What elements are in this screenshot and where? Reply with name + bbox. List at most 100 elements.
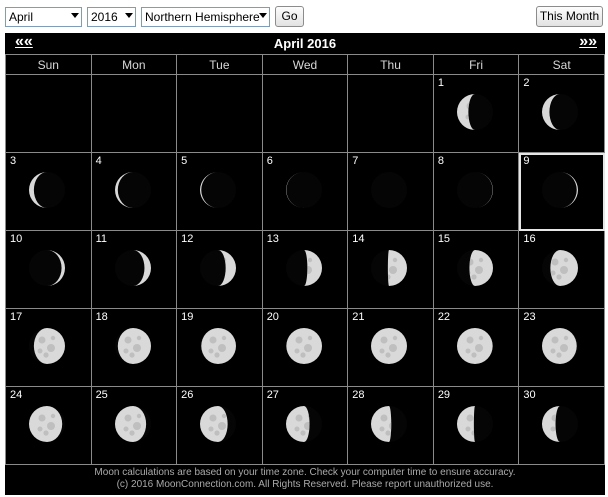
day-number: 17: [10, 311, 23, 323]
day-cell[interactable]: 18: [90, 308, 178, 387]
month-select[interactable]: April: [5, 7, 82, 27]
go-button[interactable]: Go: [275, 6, 304, 27]
calendar-table: Sun Mon Tue Wed Thu Fri Sat 1 2 3 4 5 6 7 8 9 10 11 12 13 1…: [5, 54, 605, 465]
day-number: 4: [95, 155, 102, 167]
day-cell[interactable]: 6: [261, 152, 349, 231]
day-cell[interactable]: 26: [176, 386, 263, 465]
day-cell[interactable]: 2: [518, 74, 605, 153]
moon-phase-icon: [456, 172, 493, 208]
moon-phase-icon: [29, 328, 65, 364]
day-cell[interactable]: 21: [347, 308, 434, 387]
weekday-mon: Mon: [90, 54, 178, 75]
day-number: 28: [352, 389, 365, 401]
day-cell[interactable]: 30: [518, 386, 605, 465]
day-cell[interactable]: 7: [347, 152, 434, 231]
moon-phase-icon: [542, 406, 579, 442]
day-number: 23: [523, 311, 536, 323]
day-number: 8: [437, 155, 444, 167]
day-number: 20: [266, 311, 279, 323]
day-number: 22: [437, 311, 451, 323]
moon-phase-icon: [371, 406, 408, 442]
moon-phase-icon: [542, 172, 579, 208]
moon-calendar: «« April 2016 »» Sun Mon Tue Wed Thu Fri Sat 1…: [5, 33, 605, 495]
day-number: 16: [523, 233, 536, 245]
day-cell[interactable]: 16: [518, 230, 605, 309]
footer-copyright: (c) 2016 MoonConnection.com. All Rights …: [116, 479, 494, 490]
day-cell[interactable]: 24: [5, 386, 92, 465]
moon-phase-icon: [456, 250, 493, 286]
day-cell[interactable]: 13: [261, 230, 349, 309]
week-row: 12: [5, 74, 605, 153]
toolbar: April 2016 Northern Hemisphere Go This M…: [5, 6, 603, 28]
day-number: 19: [181, 311, 194, 323]
week-row: 10 11 12 13 14 15 16: [5, 230, 605, 309]
moon-phase-icon: [114, 250, 151, 286]
moon-phase-icon: [456, 406, 493, 442]
day-cell[interactable]: 14: [347, 230, 434, 309]
empty-day-cell: [90, 74, 178, 153]
chevron-down-icon: [259, 13, 267, 18]
day-number: 18: [95, 311, 108, 323]
day-cell[interactable]: 1: [432, 74, 520, 153]
day-cell[interactable]: 10: [5, 230, 92, 309]
day-number: 14: [352, 233, 365, 245]
day-number: 29: [437, 389, 451, 401]
moon-phase-icon: [285, 172, 322, 208]
day-cell[interactable]: 29: [432, 386, 520, 465]
day-cell[interactable]: 9: [518, 152, 605, 231]
year-select[interactable]: 2016: [87, 7, 136, 27]
day-number: 9: [523, 155, 530, 167]
weekday-thu: Thu: [347, 54, 434, 75]
day-number: 6: [266, 155, 273, 167]
calendar-grid: Sun Mon Tue Wed Thu Fri Sat 1 2 3 4 5 6 7 8 9 10 11 12 13 1…: [5, 54, 605, 465]
empty-day-cell: [261, 74, 349, 153]
moon-phase-icon: [200, 406, 237, 442]
year-select-value: 2016: [91, 10, 118, 24]
calendar-footer: Moon calculations are based on your time…: [5, 467, 605, 491]
month-select-value: April: [9, 10, 34, 24]
week-row: 3 4 5 6 7 8 9: [5, 152, 605, 231]
empty-day-cell: [176, 74, 263, 153]
moon-phase-icon: [456, 328, 493, 364]
day-number: 11: [95, 233, 107, 245]
day-number: 25: [95, 389, 108, 401]
day-cell[interactable]: 12: [176, 230, 263, 309]
day-cell[interactable]: 27: [261, 386, 349, 465]
day-cell[interactable]: 4: [90, 152, 178, 231]
day-cell[interactable]: 25: [90, 386, 178, 465]
day-number: 27: [266, 389, 279, 401]
day-cell[interactable]: 15: [432, 230, 520, 309]
moon-phase-icon: [29, 172, 65, 208]
moon-phase-icon: [200, 328, 237, 364]
moon-phase-icon: [371, 250, 408, 286]
day-number: 5: [181, 155, 188, 167]
chevron-down-icon: [125, 13, 133, 18]
moon-phase-icon: [456, 94, 493, 130]
empty-day-cell: [347, 74, 434, 153]
day-cell[interactable]: 8: [432, 152, 520, 231]
day-cell[interactable]: 22: [432, 308, 520, 387]
day-number: 21: [352, 311, 365, 323]
day-number: 15: [437, 233, 451, 245]
footer-note: Moon calculations are based on your time…: [94, 467, 516, 478]
day-number: 10: [10, 233, 23, 245]
day-cell[interactable]: 20: [261, 308, 349, 387]
moon-phase-icon: [200, 172, 237, 208]
this-month-button[interactable]: This Month: [536, 6, 603, 27]
moon-phase-icon: [285, 328, 322, 364]
day-cell[interactable]: 19: [176, 308, 263, 387]
moon-phase-icon: [542, 94, 579, 130]
day-cell[interactable]: 3: [5, 152, 92, 231]
day-cell[interactable]: 11: [90, 230, 178, 309]
day-cell[interactable]: 23: [518, 308, 605, 387]
weekday-sun: Sun: [5, 54, 92, 75]
moon-phase-icon: [114, 328, 151, 364]
day-cell[interactable]: 5: [176, 152, 263, 231]
next-month-link[interactable]: »»: [579, 33, 597, 51]
week-row: 24 25 26 27 28 29 30: [5, 386, 605, 465]
moon-phase-icon: [371, 328, 408, 364]
day-cell[interactable]: 28: [347, 386, 434, 465]
hemisphere-select[interactable]: Northern Hemisphere: [141, 7, 270, 27]
day-cell[interactable]: 17: [5, 308, 92, 387]
day-number: 2: [523, 77, 530, 89]
